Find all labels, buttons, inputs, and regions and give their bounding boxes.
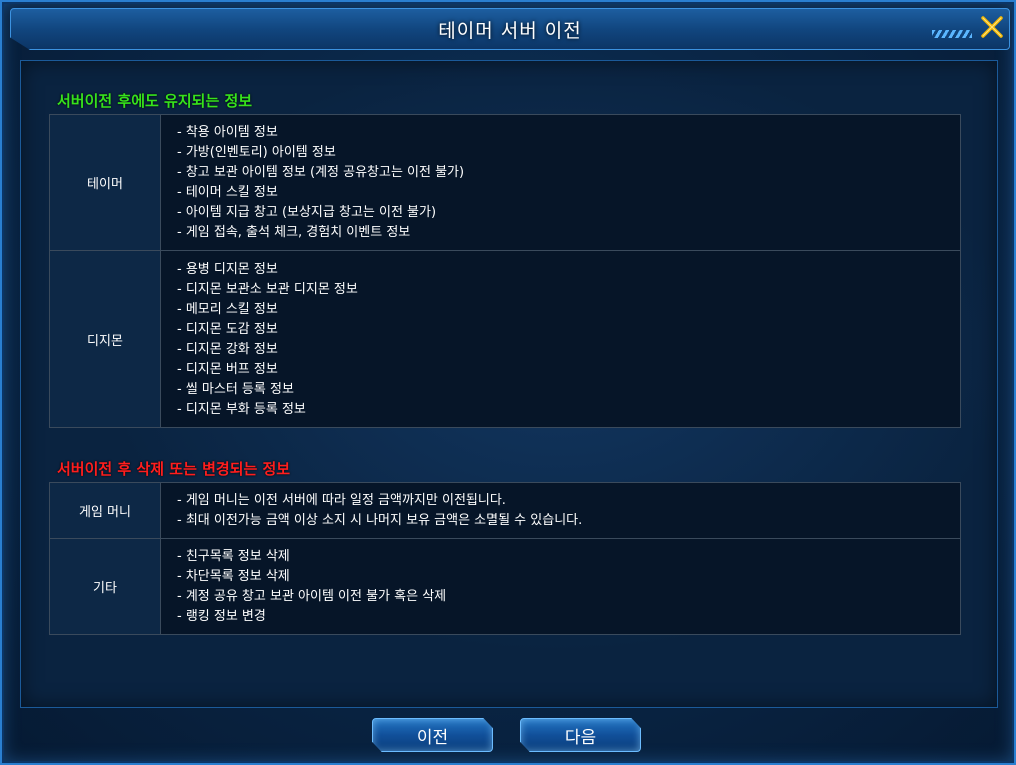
close-x-icon [981,16,1003,38]
list-item: - 창고 보관 아이템 정보 (계정 공유창고는 이전 불가) [177,165,465,180]
changed-info-table: 게임 머니 - 게임 머니는 이전 서버에 따라 일정 금액까지만 이전됩니다.… [49,482,961,635]
list-item: - 게임 머니는 이전 서버에 따라 일정 금액까지만 이전됩니다. [177,493,506,508]
list-item: - 게임 접속, 출석 체크, 경험치 이벤트 정보 [177,225,411,240]
row-label-digimon: 디지몬 [49,250,161,428]
row-label-game-money: 게임 머니 [49,482,161,539]
list-item: - 최대 이전가능 금액 이상 소지 시 나머지 보유 금액은 소멸될 수 있습… [177,513,583,528]
row-label-etc: 기타 [49,538,161,635]
table-row: 기타 - 친구목록 정보 삭제 - 차단목록 정보 삭제 - 계정 공유 창고 … [49,538,961,635]
row-items-etc: - 친구목록 정보 삭제 - 차단목록 정보 삭제 - 계정 공유 창고 보관 … [160,538,961,635]
list-item: - 가방(인벤토리) 아이템 정보 [177,145,336,160]
list-item: - 용병 디지몬 정보 [177,261,278,277]
list-item: - 랭킹 정보 변경 [177,609,266,624]
table-row: 테이머 - 착용 아이템 정보 - 가방(인벤토리) 아이템 정보 - 창고 보… [49,114,961,251]
close-button[interactable] [972,10,1012,44]
dialog-title: 테이머 서버 이전 [438,20,582,42]
table-row: 게임 머니 - 게임 머니는 이전 서버에 따라 일정 금액까지만 이전됩니다.… [49,482,961,539]
row-items-game-money: - 게임 머니는 이전 서버에 따라 일정 금액까지만 이전됩니다. - 최대 … [160,482,961,539]
kept-section-title: 서버이전 후에도 유지되는 정보 [57,92,253,110]
list-item: - 아이템 지급 창고 (보상지급 창고는 이전 불가) [177,205,437,220]
changed-section-title: 서버이전 후 삭제 또는 변경되는 정보 [57,460,291,478]
list-item: - 메모리 스킬 정보 [177,301,278,317]
server-transfer-dialog: 테이머 서버 이전 서버이전 후에도 유지되는 정보 테이머 - 착용 아이템 … [0,0,1016,765]
next-button[interactable]: 다음 [520,718,641,752]
row-label-tamer: 테이머 [49,114,161,251]
table-row: 디지몬 - 용병 디지몬 정보 - 디지몬 보관소 보관 디지몬 정보 - 메모… [49,250,961,428]
list-item: - 디지몬 버프 정보 [177,361,278,377]
list-item: - 테이머 스킬 정보 [177,185,278,200]
list-item: - 디지몬 보관소 보관 디지몬 정보 [177,281,358,297]
list-item: - 착용 아이템 정보 [177,125,278,140]
decorative-stripes [932,30,972,38]
previous-button[interactable]: 이전 [372,718,493,752]
row-items-digimon: - 용병 디지몬 정보 - 디지몬 보관소 보관 디지몬 정보 - 메모리 스킬… [160,250,961,428]
list-item: - 디지몬 부화 등록 정보 [177,401,306,417]
kept-info-table: 테이머 - 착용 아이템 정보 - 가방(인벤토리) 아이템 정보 - 창고 보… [49,114,961,428]
list-item: - 계정 공유 창고 보관 아이템 이전 불가 혹은 삭제 [177,589,447,604]
list-item: - 친구목록 정보 삭제 [177,549,290,564]
list-item: - 디지몬 강화 정보 [177,341,278,357]
list-item: - 디지몬 도감 정보 [177,321,278,337]
list-item: - 씰 마스터 등록 정보 [177,381,294,397]
row-items-tamer: - 착용 아이템 정보 - 가방(인벤토리) 아이템 정보 - 창고 보관 아이… [160,114,961,251]
list-item: - 차단목록 정보 삭제 [177,569,290,584]
